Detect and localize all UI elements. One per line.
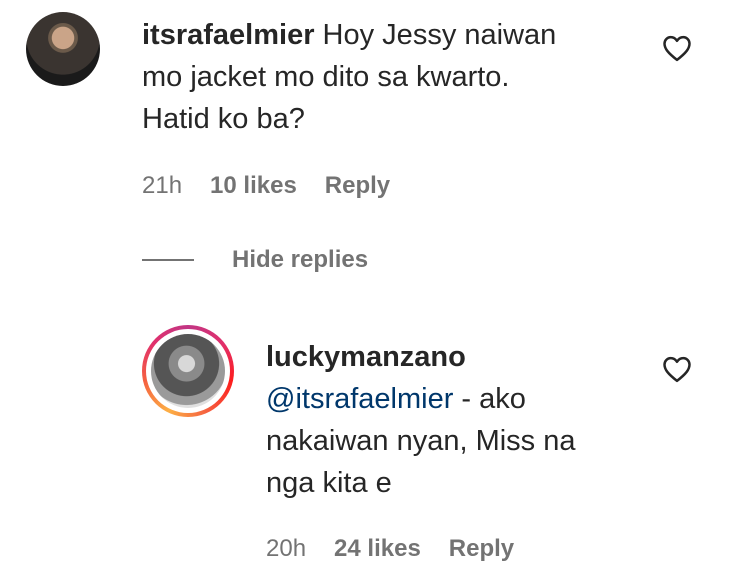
- heart-icon[interactable]: [662, 34, 692, 62]
- reply-likes[interactable]: 24 likes: [334, 535, 421, 563]
- comment-meta: 21h 10 likes Reply: [142, 172, 390, 200]
- reply-text-line-3: nga kita e: [266, 467, 392, 499]
- hide-replies-label: Hide replies: [232, 246, 369, 273]
- divider-line: [142, 259, 194, 261]
- reply-body: luckymanzano @itsrafaelmier - ako nakaiw…: [266, 336, 666, 504]
- comment-likes[interactable]: 10 likes: [210, 172, 297, 200]
- avatar[interactable]: [26, 12, 100, 86]
- hide-replies-button[interactable]: Hide replies: [142, 246, 368, 274]
- comment-text-line-1: Hoy Jessy naiwan: [314, 19, 557, 51]
- mention-link[interactable]: @itsrafaelmier: [266, 383, 453, 415]
- comment-username[interactable]: itsrafaelmier: [142, 19, 315, 51]
- avatar-story-ring[interactable]: [142, 325, 234, 417]
- reply-time: 20h: [266, 535, 307, 562]
- reply-meta: 20h 24 likes Reply: [266, 535, 514, 563]
- reply-username[interactable]: luckymanzano: [266, 341, 466, 373]
- reply-text-line-1: - ako: [453, 383, 526, 415]
- avatar: [151, 334, 225, 408]
- comment-body: itsrafaelmier Hoy Jessy naiwan mo jacket…: [142, 14, 602, 140]
- comment-text-line-2: mo jacket mo dito sa kwarto.: [142, 61, 510, 93]
- reply-text-line-2: nakaiwan nyan, Miss na: [266, 425, 576, 457]
- comment-time: 21h: [142, 172, 183, 199]
- reply-button[interactable]: Reply: [325, 172, 390, 200]
- comment-text-line-3: Hatid ko ba?: [142, 103, 305, 135]
- heart-icon[interactable]: [662, 355, 692, 383]
- reply-button[interactable]: Reply: [449, 535, 514, 563]
